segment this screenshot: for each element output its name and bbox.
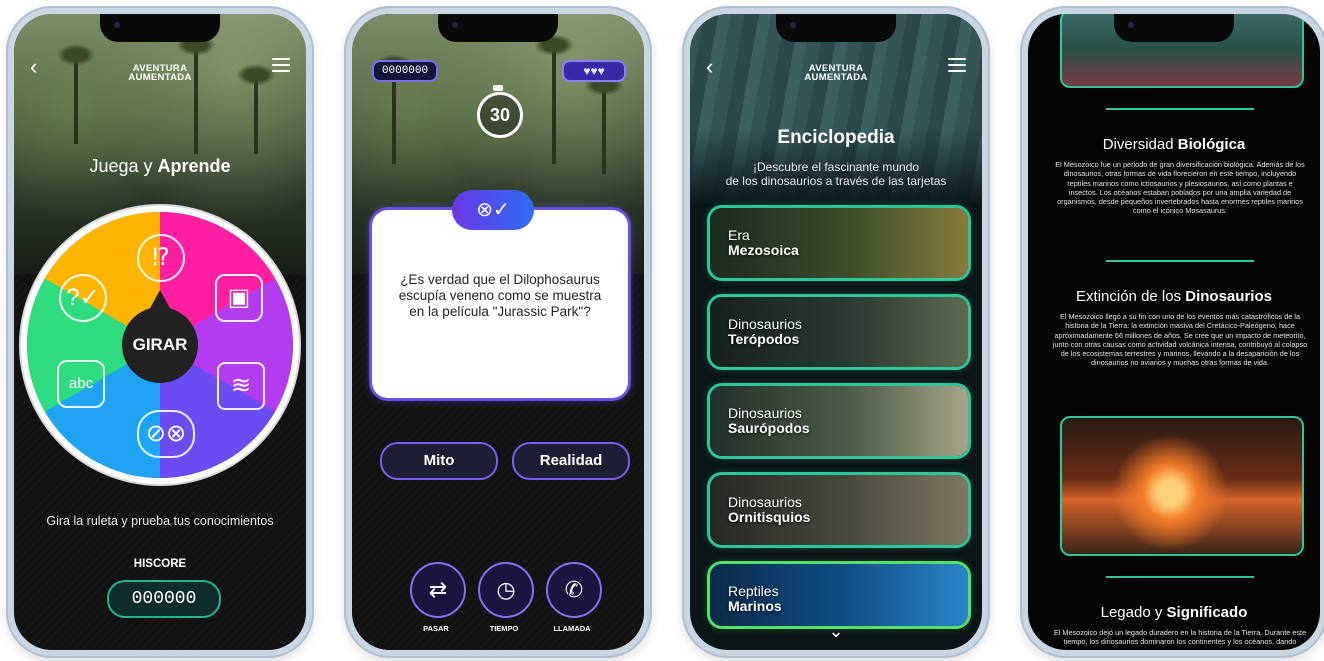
card-line1: Dinosaurios	[728, 316, 802, 332]
phone-frame-1: ‹ AVENTURA AUMENTADA Juega y Aprende ⁉ ▣ …	[6, 6, 314, 658]
card-line1: Era	[728, 227, 750, 243]
card-line2: Marinos	[728, 598, 782, 614]
page-subtitle: ¡Descubre el fascinante mundo de los dino…	[725, 160, 947, 188]
phone-frame-3: ‹ AVENTURA AUMENTADA Enciclopedia ¡Descub…	[682, 6, 990, 658]
true-false-badge-icon: ⊗✓	[452, 190, 534, 230]
time-icon[interactable]: ◷	[478, 562, 534, 618]
page-title: Juega y Aprende	[89, 156, 231, 176]
notch	[1114, 14, 1234, 42]
meteor-illustration	[1060, 416, 1304, 556]
brand-logo: AVENTURA AUMENTADA	[804, 63, 868, 83]
chat-question-icon: ?✓	[59, 274, 107, 322]
pass-label: PASAR	[423, 624, 449, 633]
instruction-text: Gira la ruleta y prueba tus conocimiento…	[46, 514, 274, 528]
section-title-legacy: Legado y Significado	[1100, 604, 1248, 621]
divider	[1106, 108, 1254, 110]
card-line2: Ornitisquios	[728, 509, 811, 525]
call-label: LLAMADA	[553, 624, 591, 633]
hiscore-value: 000000	[107, 580, 221, 618]
card-marine-reptiles[interactable]: Reptiles Marinos	[710, 564, 968, 626]
section-text-legacy: El Mesozoico dejó un legado duradero en …	[1053, 628, 1307, 647]
hiscore-label: HISCORE	[133, 558, 187, 570]
myth-reality-icon: ⊘⊗	[137, 410, 195, 458]
brand-logo: AVENTURA AUMENTADA	[128, 63, 192, 83]
notch	[776, 14, 896, 42]
divider	[1106, 260, 1254, 262]
spin-button[interactable]: GIRAR	[122, 307, 198, 383]
pass-icon[interactable]: ⇄	[410, 562, 466, 618]
phone-frame-2: 0000000 ♥♥♥ 30 ⊗✓ ¿Es verdad que el Dilo…	[344, 6, 652, 658]
stopwatch-knob	[493, 85, 503, 91]
section-text-diversity: El Mesozoico fue un periodo de gran dive…	[1055, 160, 1305, 216]
screen-article: Diversidad Biológica El Mesozoico fue un…	[1028, 14, 1320, 650]
question-bubble-icon: ⁉	[137, 234, 185, 282]
image-icon: ▣	[215, 274, 263, 322]
time-label: TIEMPO	[489, 624, 519, 633]
card-line2: Terópodos	[728, 331, 800, 347]
card-line1: Dinosaurios	[728, 494, 802, 510]
card-theropods[interactable]: Dinosaurios Terópodos	[710, 297, 968, 367]
notch	[438, 14, 558, 42]
countdown-timer: 30	[477, 92, 523, 138]
card-sauropods[interactable]: Dinosaurios Saurópodos	[710, 386, 968, 456]
notch	[100, 14, 220, 42]
card-era-mezosoica[interactable]: Era Mezosoica	[710, 208, 968, 278]
divider	[1106, 576, 1254, 578]
section-title-extinction: Extinción de los Dinosaurios	[1076, 288, 1272, 305]
abc-icon: abc	[57, 360, 105, 408]
lives-hearts: ♥♥♥	[562, 60, 626, 82]
answer-reality-button[interactable]: Realidad	[512, 442, 630, 480]
page-title: Enciclopedia	[777, 127, 895, 148]
menu-icon[interactable]	[948, 58, 966, 76]
screen-encyclopedia: ‹ AVENTURA AUMENTADA Enciclopedia ¡Descub…	[690, 14, 982, 650]
card-line1: Dinosaurios	[728, 405, 802, 421]
answer-myth-button[interactable]: Mito	[380, 442, 498, 480]
score-counter: 0000000	[372, 60, 438, 82]
spin-wheel[interactable]: ⁉ ▣ ≋ ⊘⊗ abc ?✓ GIRAR	[27, 212, 293, 478]
screen-spin-wheel: ‹ AVENTURA AUMENTADA Juega y Aprende ⁉ ▣ …	[14, 14, 306, 650]
card-line1: Reptiles	[728, 583, 779, 599]
screen-quiz: 0000000 ♥♥♥ 30 ⊗✓ ¿Es verdad que el Dilo…	[352, 14, 644, 650]
card-ornithischians[interactable]: Dinosaurios Ornitisquios	[710, 475, 968, 545]
section-title-diversity: Diversidad Biológica	[1102, 136, 1246, 153]
phone-frame-4: Diversidad Biológica El Mesozoico fue un…	[1020, 6, 1324, 658]
card-line2: Saurópodos	[728, 420, 810, 436]
menu-icon[interactable]	[272, 58, 290, 76]
chevron-down-icon[interactable]: ⌄	[690, 621, 982, 642]
card-line2: Mezosoica	[728, 242, 799, 258]
cards-icon: ≋	[217, 362, 265, 410]
section-text-extinction: El Mesozoico llegó a su fin con uno de l…	[1052, 312, 1308, 368]
question-text: ¿Es verdad que el Dilophosaurus escupía …	[398, 272, 602, 319]
phone-icon[interactable]: ✆	[546, 562, 602, 618]
